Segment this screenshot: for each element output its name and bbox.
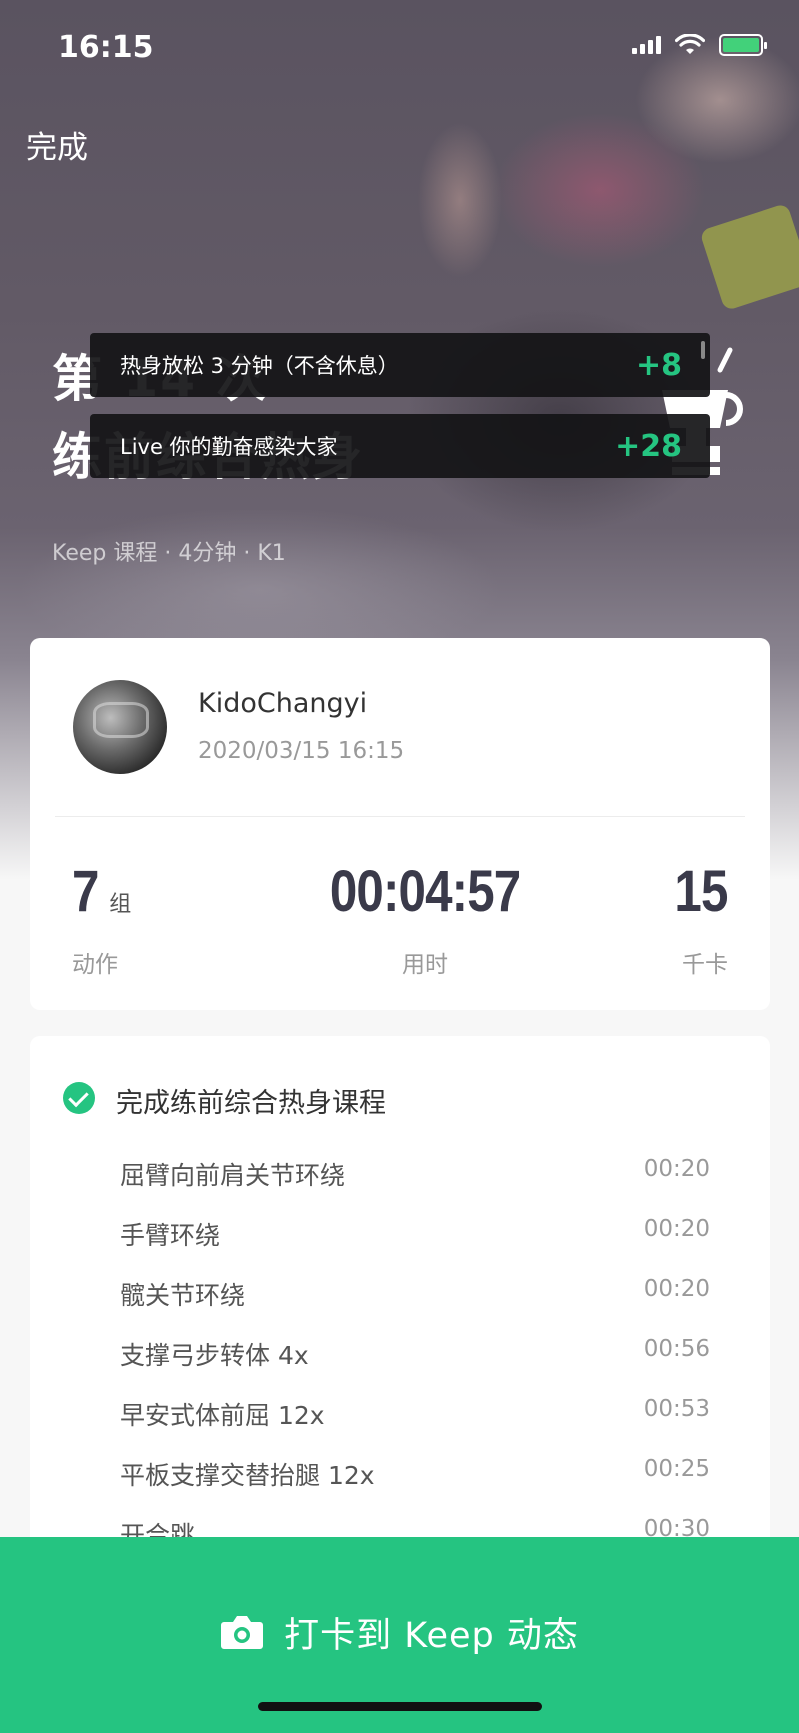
camera-icon xyxy=(221,1616,264,1649)
stat-calories-label: 千卡 xyxy=(682,952,728,978)
wifi-icon xyxy=(675,34,705,54)
divider xyxy=(55,816,745,817)
stat-groups: 7组 动作 xyxy=(72,858,131,979)
exercise-time: 00:20 xyxy=(643,1156,710,1182)
list-item: 平板支撑交替抬腿 12x 00:25 xyxy=(120,1456,710,1516)
toast-live: Live 你的勤奋感染大家 +28 xyxy=(90,414,710,478)
battery-icon xyxy=(719,34,767,56)
done-button[interactable]: 完成 xyxy=(26,122,88,167)
exercise-time: 00:25 xyxy=(643,1456,710,1482)
workout-datetime: 2020/03/15 16:15 xyxy=(198,738,405,764)
stat-duration: 00:04:57 用时 xyxy=(310,858,540,979)
stat-groups-label: 动作 xyxy=(72,952,118,978)
signal-icon xyxy=(632,36,661,54)
exercise-list: 屈臂向前肩关节环绕 00:20 手臂环绕 00:20 髋关节环绕 00:20 支… xyxy=(120,1156,710,1576)
toast-warmup: 热身放松 3 分钟（不含休息） +8 xyxy=(90,333,710,397)
check-circle-icon xyxy=(63,1082,95,1114)
summary-card: KidoChangyi 2020/03/15 16:15 7组 动作 00:04… xyxy=(30,638,770,1010)
exercise-time: 00:53 xyxy=(643,1396,710,1422)
workout-subtitle: Keep 课程 · 4分钟 · K1 xyxy=(52,541,286,566)
avatar[interactable] xyxy=(73,680,167,774)
hero-wristband xyxy=(699,202,799,312)
exercise-name: 早安式体前屈 12x xyxy=(120,1401,325,1430)
status-icons xyxy=(632,34,767,56)
exercise-time: 00:56 xyxy=(643,1336,710,1362)
exercise-name: 支撑弓步转体 4x xyxy=(120,1341,309,1370)
exercise-name: 手臂环绕 xyxy=(120,1221,221,1250)
list-item: 屈臂向前肩关节环绕 00:20 xyxy=(120,1156,710,1216)
stat-groups-unit: 组 xyxy=(109,892,132,917)
stat-duration-label: 用时 xyxy=(402,952,448,978)
toast-points: +8 xyxy=(635,347,682,383)
home-indicator[interactable] xyxy=(258,1702,542,1711)
list-item: 手臂环绕 00:20 xyxy=(120,1216,710,1276)
list-item: 早安式体前屈 12x 00:53 xyxy=(120,1396,710,1456)
stat-groups-value: 7 xyxy=(72,859,99,924)
exercise-time: 00:20 xyxy=(643,1216,710,1242)
exercise-name: 髋关节环绕 xyxy=(120,1281,246,1310)
stat-calories-value: 15 xyxy=(674,859,729,924)
stat-duration-value: 00:04:57 xyxy=(329,859,521,924)
course-title: 完成练前综合热身课程 xyxy=(116,1088,386,1119)
stat-calories: 15 千卡 xyxy=(665,858,729,979)
checkin-button-content: 打卡到 Keep 动态 xyxy=(220,1607,579,1657)
exercise-name: 屈臂向前肩关节环绕 xyxy=(120,1161,346,1190)
toast-text: 热身放松 3 分钟（不含休息） xyxy=(120,354,399,378)
toast-text: Live 你的勤奋感染大家 xyxy=(120,435,338,459)
checkin-button-label: 打卡到 Keep 动态 xyxy=(284,1615,579,1656)
username[interactable]: KidoChangyi xyxy=(198,688,367,719)
toast-points: +28 xyxy=(615,428,682,464)
status-time: 16:15 xyxy=(58,30,154,65)
list-item: 支撑弓步转体 4x 00:56 xyxy=(120,1336,710,1396)
exercise-time: 00:20 xyxy=(643,1276,710,1302)
list-item: 髋关节环绕 00:20 xyxy=(120,1276,710,1336)
toast-scroll-indicator xyxy=(701,341,705,359)
exercise-name: 平板支撑交替抬腿 12x xyxy=(120,1461,375,1490)
